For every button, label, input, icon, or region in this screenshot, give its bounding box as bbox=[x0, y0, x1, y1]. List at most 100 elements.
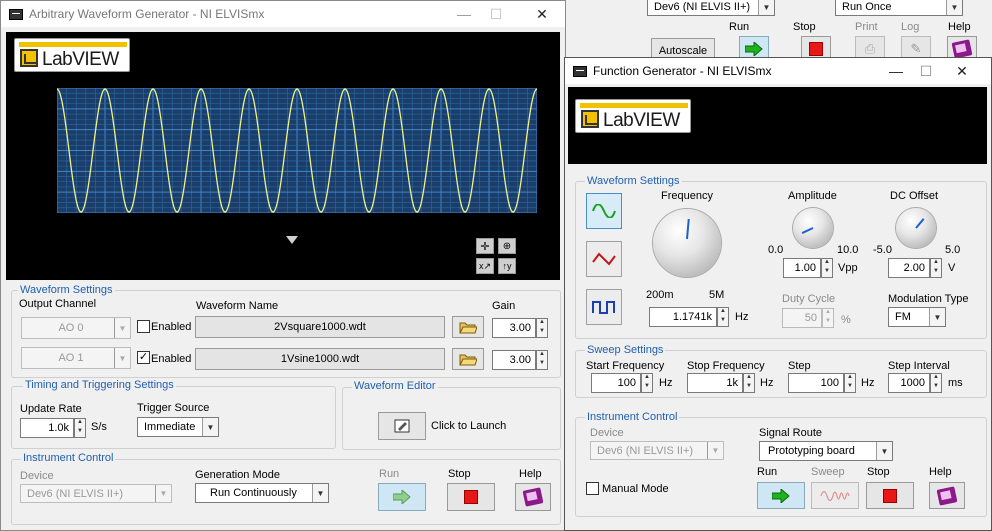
amplitude-spinner[interactable]: ▲ ▼ bbox=[821, 258, 833, 278]
minimize-icon[interactable]: — bbox=[881, 58, 911, 84]
ao0-gain-spinner[interactable]: ▲ ▼ bbox=[536, 318, 548, 338]
signal-route-select[interactable]: Prototyping board ▼ bbox=[759, 441, 893, 461]
ao0-browse-button[interactable] bbox=[452, 316, 484, 338]
arb-device-select[interactable]: Dev6 (NI ELVIS II+) ▼ bbox=[20, 484, 172, 503]
triangle-wave-button[interactable] bbox=[586, 241, 622, 277]
x-tick-label: 0.3 bbox=[194, 220, 208, 231]
start-frequency-unit: Hz bbox=[659, 377, 673, 389]
fgen-stop-label: Stop bbox=[867, 466, 890, 478]
amplitude-knob[interactable] bbox=[793, 208, 833, 248]
duty-cycle-label: Duty Cycle bbox=[782, 293, 836, 305]
frequency-spinner[interactable]: ▲ ▼ bbox=[717, 307, 729, 327]
duty-cycle-spinner[interactable]: ▲ ▼ bbox=[822, 308, 834, 328]
fgen-display-panel: LabVIEW 1.1740 kHz bbox=[568, 87, 987, 164]
arb-stop-label: Stop bbox=[448, 468, 471, 480]
graph-y-scale-tool[interactable]: ↑y bbox=[498, 258, 516, 274]
arb-window: Arbitrary Waveform Generator - NI ELVISm… bbox=[0, 0, 566, 531]
timing-update-rate-input[interactable]: 1.0k bbox=[20, 418, 74, 438]
step-spinner[interactable]: ▲ ▼ bbox=[844, 373, 856, 393]
waveform-editor-launch-button[interactable] bbox=[378, 412, 426, 440]
square-wave-button[interactable] bbox=[586, 289, 622, 325]
graph-x-scale-tool[interactable]: x↗ bbox=[476, 258, 494, 274]
arb-help-button[interactable] bbox=[515, 483, 551, 511]
graph-zoom-tool[interactable]: ⊕ bbox=[498, 238, 516, 254]
chevron-down-icon: ▼ bbox=[202, 418, 218, 436]
display-label[interactable]: Display bbox=[305, 233, 341, 245]
triangle-wave-icon bbox=[592, 252, 616, 266]
close-icon[interactable]: ✕ bbox=[947, 58, 977, 84]
timing-update-rate-spinner[interactable]: ▲ ▼ bbox=[74, 418, 86, 438]
ao1-channel-select[interactable]: AO 1 ▼ bbox=[21, 347, 131, 369]
bg-device-select[interactable]: Dev6 (NI ELVIS II+) ▼ bbox=[647, 0, 775, 16]
dc-offset-spinner[interactable]: ▲ ▼ bbox=[930, 258, 942, 278]
chevron-down-icon: ▼ bbox=[929, 308, 945, 326]
arb-stop-button[interactable] bbox=[447, 483, 495, 511]
arb-titlebar: Arbitrary Waveform Generator - NI ELVISm… bbox=[1, 1, 565, 27]
stop-frequency-input[interactable]: 1k bbox=[687, 373, 743, 393]
ao0-waveform-file: 2Vsquare1000.wdt bbox=[195, 316, 445, 338]
graph-cursor-tool[interactable]: ✛ bbox=[476, 238, 494, 254]
frequency-input[interactable]: 1.1741k bbox=[649, 307, 717, 327]
step-interval-spinner[interactable]: ▲ ▼ bbox=[930, 373, 942, 393]
arb-instrument-title: Instrument Control bbox=[21, 452, 116, 464]
minimize-icon[interactable]: — bbox=[449, 1, 479, 27]
manual-mode-checkbox[interactable] bbox=[586, 482, 599, 495]
ao0-gain-input[interactable]: 3.00 bbox=[492, 318, 536, 338]
frequency-label: Frequency bbox=[661, 190, 713, 202]
arb-run-label: Run bbox=[379, 468, 400, 480]
ao0-enabled-checkbox[interactable] bbox=[137, 320, 150, 333]
maximize-icon[interactable]: ☐ bbox=[911, 58, 941, 84]
trigger-source-select[interactable]: Immediate ▼ bbox=[137, 417, 219, 437]
sine-wave-button[interactable] bbox=[586, 193, 622, 229]
stop-square-icon bbox=[464, 490, 478, 504]
fgen-stop-button[interactable] bbox=[866, 482, 914, 509]
waveform-graph bbox=[57, 88, 537, 213]
fgen-device-select[interactable]: Dev6 (NI ELVIS II+) ▼ bbox=[590, 441, 724, 460]
chevron-down-icon: ▼ bbox=[876, 442, 892, 460]
bg-mode-select[interactable]: Run Once ▼ bbox=[835, 0, 963, 16]
ao1-browse-button[interactable] bbox=[452, 348, 484, 370]
frequency-knob[interactable] bbox=[653, 209, 721, 277]
display-dropdown-icon[interactable] bbox=[286, 236, 298, 244]
help-book-icon bbox=[936, 485, 958, 506]
fgen-run-button[interactable] bbox=[757, 482, 805, 509]
y-tick-label: -2.0 bbox=[30, 186, 48, 198]
generation-mode-select[interactable]: Run Continuously ▼ bbox=[195, 483, 329, 503]
amplitude-input[interactable]: 1.00 bbox=[783, 258, 821, 278]
arb-help-label: Help bbox=[519, 468, 542, 480]
x-axis-label: Time (s) bbox=[240, 233, 280, 245]
x-tick-label: 0.8 bbox=[434, 220, 448, 231]
ao0-enabled-label: Enabled bbox=[151, 321, 192, 333]
step-interval-input[interactable]: 1000 bbox=[888, 373, 930, 393]
bg-log-label: Log bbox=[901, 21, 920, 33]
duty-cycle-input[interactable]: 50 bbox=[782, 308, 822, 328]
ao0-channel-select[interactable]: AO 0 ▼ bbox=[21, 317, 131, 339]
bg-print-label: Print bbox=[855, 21, 878, 33]
output-channel-label: Output Channel bbox=[19, 298, 97, 310]
dc-offset-knob[interactable] bbox=[896, 208, 936, 248]
start-frequency-spinner[interactable]: ▲ ▼ bbox=[641, 373, 653, 393]
stop-frequency-spinner[interactable]: ▲ ▼ bbox=[743, 373, 755, 393]
ao1-gain-spinner[interactable]: ▲ ▼ bbox=[536, 350, 548, 370]
start-frequency-input[interactable]: 100 bbox=[591, 373, 641, 393]
fgen-sweep-button[interactable] bbox=[811, 482, 859, 509]
stop-frequency-unit: Hz bbox=[760, 377, 774, 389]
amplitude-min-label: 0.0 bbox=[768, 244, 784, 256]
x-tick-label: 0.6 bbox=[338, 220, 352, 231]
modulation-type-select[interactable]: FM ▼ bbox=[888, 307, 946, 327]
arb-run-button[interactable] bbox=[378, 483, 426, 511]
ao1-enabled-checkbox[interactable]: ✓ bbox=[137, 351, 150, 364]
close-icon[interactable]: ✕ bbox=[527, 1, 557, 27]
dc-offset-input[interactable]: 2.00 bbox=[888, 258, 930, 278]
chevron-down-icon: ▼ bbox=[707, 442, 723, 459]
fgen-help-button[interactable] bbox=[929, 482, 965, 509]
step-input[interactable]: 100 bbox=[788, 373, 844, 393]
ao1-gain-input[interactable]: 3.00 bbox=[492, 350, 536, 370]
square-wave-icon bbox=[592, 301, 615, 314]
fgen-titlebar: Function Generator - NI ELVISmx — ☐ ✕ bbox=[565, 58, 991, 84]
timing-update-rate-label: Update Rate bbox=[20, 403, 82, 415]
trigger-source-label: Trigger Source bbox=[137, 402, 210, 414]
play-arrow-icon bbox=[393, 490, 411, 504]
fgen-help-label: Help bbox=[929, 466, 952, 478]
maximize-icon[interactable]: ☐ bbox=[481, 1, 511, 27]
